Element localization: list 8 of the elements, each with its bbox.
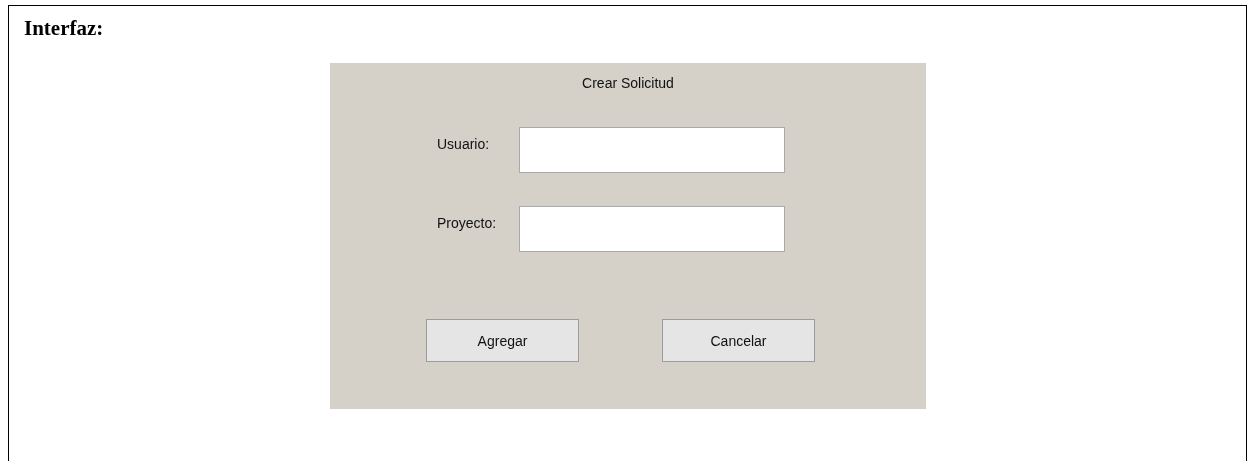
section-heading: Interfaz: bbox=[23, 15, 105, 40]
dialog-button[interactable]: Agregar bbox=[426, 319, 579, 362]
dialog-title: Crear Solicitud bbox=[581, 74, 675, 93]
input-field[interactable] bbox=[519, 127, 785, 173]
dialog-button[interactable]: Cancelar bbox=[662, 319, 815, 362]
field-label: Usuario: bbox=[436, 135, 491, 152]
field-label: Proyecto: bbox=[436, 214, 498, 231]
input-field[interactable] bbox=[519, 206, 785, 252]
